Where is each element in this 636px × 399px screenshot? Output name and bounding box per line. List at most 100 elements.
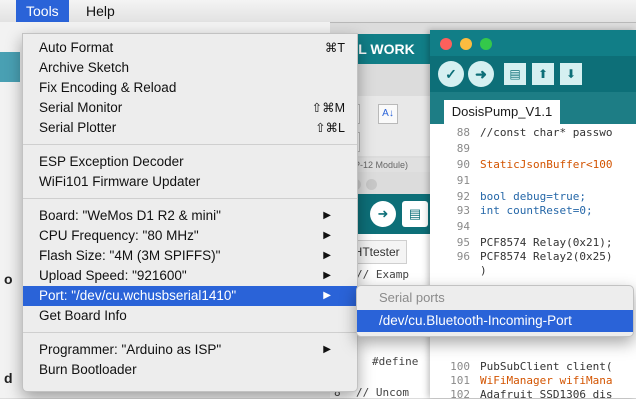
line-number: 89 <box>456 142 470 155</box>
menu-item-label: Archive Sketch <box>39 60 130 75</box>
shortcut-label: ⇧⌘L <box>315 121 345 135</box>
menu-bar: Tools Help <box>0 0 636 23</box>
menu-help[interactable]: Help <box>76 0 125 22</box>
submenu-arrow-icon: ▶ <box>323 250 331 261</box>
line-number: 93 <box>456 204 470 217</box>
code-line: ) <box>430 264 487 278</box>
verify-icon[interactable]: ✓ <box>438 61 464 87</box>
zoom-button-icon[interactable] <box>480 38 492 50</box>
new-file-icon[interactable]: ▤ <box>402 201 428 227</box>
mid-code-line: // Examp <box>356 268 409 281</box>
menu-item-label: Port: "/dev/cu.wchusbserial1410" <box>39 288 237 303</box>
menu-item-burn-bootloader[interactable]: Burn Bootloader <box>23 360 357 380</box>
menu-separator <box>23 144 357 145</box>
minimize-dot-icon[interactable] <box>366 179 377 190</box>
close-button-icon[interactable] <box>440 38 452 50</box>
line-number: 92 <box>456 190 470 203</box>
menu-separator <box>23 332 357 333</box>
menu-item-serial-monitor[interactable]: Serial Monitor ⇧⌘M <box>23 98 357 118</box>
code-line: 92 bool debug=true; <box>430 190 586 204</box>
menu-tools[interactable]: Tools <box>16 0 69 22</box>
sketch-tab-bar: DosisPump_V1.1 <box>430 92 636 124</box>
menu-item-label: Flash Size: "4M (3M SPIFFS)" <box>39 248 221 263</box>
code-line: 96 PCF8574 Relay2(0x25) <box>430 250 613 264</box>
menu-item-label: Auto Format <box>39 40 114 55</box>
menu-separator <box>23 198 357 199</box>
arduino-window: ✓ ➜ ▤ ⬆ ⬇ DosisPump_V1.1 88 //const char*… <box>430 30 636 398</box>
code-line: 89 <box>430 142 480 156</box>
menu-item-wifi101-updater[interactable]: WiFi101 Firmware Updater <box>23 172 357 192</box>
submenu-arrow-icon: ▶ <box>323 270 331 281</box>
minimize-button-icon[interactable] <box>460 38 472 50</box>
code-editor[interactable]: 88 //const char* passwo 89 90 StaticJsonBu… <box>430 124 636 398</box>
menu-item-serial-plotter[interactable]: Serial Plotter ⇧⌘L <box>23 118 357 138</box>
code-text: PCF8574 Relay(0x21); <box>480 236 613 249</box>
new-sketch-icon[interactable]: ▤ <box>504 63 526 85</box>
background-window-strip <box>0 52 20 82</box>
code-text: PCF8574 Relay2(0x25) <box>480 250 613 263</box>
menu-item-cpu-frequency[interactable]: CPU Frequency: "80 MHz" ▶ <box>23 226 357 246</box>
sketch-tab[interactable]: DosisPump_V1.1 <box>444 100 560 124</box>
menu-item-label: Board: "WeMos D1 R2 & mini" <box>39 208 221 223</box>
menu-item-port[interactable]: Port: "/dev/cu.wchusbserial1410" ▶ <box>23 286 357 306</box>
mid-code-line: #define <box>372 355 419 368</box>
code-line: 88 //const char* passwo <box>430 126 613 140</box>
code-text: //const char* passwo <box>480 126 613 139</box>
menu-item-label: Burn Bootloader <box>39 362 137 377</box>
mid-code-line: // Uncom <box>356 386 409 399</box>
submenu-arrow-icon: ▶ <box>323 210 331 221</box>
submenu-header: Serial ports <box>379 290 445 305</box>
menu-item-auto-format[interactable]: Auto Format ⌘T <box>23 38 357 58</box>
menu-item-label: Serial Monitor <box>39 100 123 115</box>
code-line: 91 <box>430 174 480 188</box>
tools-menu: Auto Format ⌘T Archive Sketch Fix Encodin… <box>22 33 358 392</box>
menu-item-label: Get Board Info <box>39 308 127 323</box>
menu-item-label: ESP Exception Decoder <box>39 154 184 169</box>
menu-item-label: WiFi101 Firmware Updater <box>39 174 201 189</box>
code-text: bool debug=true; <box>480 190 586 203</box>
menu-item-fix-encoding[interactable]: Fix Encoding & Reload <box>23 78 357 98</box>
line-number: 88 <box>456 126 470 139</box>
code-text: WiFiManager wifiMana <box>480 374 613 387</box>
menu-item-label: Programmer: "Arduino as ISP" <box>39 342 222 357</box>
line-number: 94 <box>456 220 470 233</box>
code-line: 93 int countReset=0; <box>430 204 593 218</box>
upload-icon[interactable]: ➜ <box>370 201 396 227</box>
code-text: ) <box>480 264 487 277</box>
background-text-fragment: o <box>4 271 13 287</box>
code-line: 101 WiFiManager wifiMana <box>430 374 612 388</box>
menu-item-board[interactable]: Board: "WeMos D1 R2 & mini" ▶ <box>23 206 357 226</box>
submenu-arrow-icon: ▶ <box>323 290 331 301</box>
sort-icon[interactable]: A↓ <box>378 104 398 124</box>
menu-item-flash-size[interactable]: Flash Size: "4M (3M SPIFFS)" ▶ <box>23 246 357 266</box>
code-text: int countReset=0; <box>480 204 593 217</box>
code-text: PubSubClient client( <box>480 360 613 373</box>
upload-icon[interactable]: ➜ <box>468 61 494 87</box>
code-line: 100 PubSubClient client( <box>430 360 612 374</box>
line-number: 100 <box>450 360 470 373</box>
window-titlebar <box>430 30 636 56</box>
save-sketch-icon[interactable]: ⬇ <box>560 63 582 85</box>
line-number: 90 <box>456 158 470 171</box>
line-number: 91 <box>456 174 470 187</box>
submenu-arrow-icon: ▶ <box>323 230 331 241</box>
menu-item-label: Fix Encoding & Reload <box>39 80 177 95</box>
port-submenu: Serial ports /dev/cu.Bluetooth-Incoming-… <box>356 285 634 337</box>
menu-item-programmer[interactable]: Programmer: "Arduino as ISP" ▶ <box>23 340 357 360</box>
menu-item-label: Upload Speed: "921600" <box>39 268 187 283</box>
open-sketch-icon[interactable]: ⬆ <box>532 63 554 85</box>
menu-item-get-board-info[interactable]: Get Board Info <box>23 306 357 326</box>
menu-item-upload-speed[interactable]: Upload Speed: "921600" ▶ <box>23 266 357 286</box>
code-text: Adafruit_SSD1306 dis <box>480 388 613 398</box>
line-number: 96 <box>456 250 470 263</box>
line-number: 102 <box>450 388 470 398</box>
line-number: 95 <box>456 236 470 249</box>
shortcut-label: ⌘T <box>324 41 345 55</box>
port-option-bluetooth[interactable]: /dev/cu.Bluetooth-Incoming-Port <box>357 310 633 332</box>
submenu-arrow-icon: ▶ <box>323 344 331 355</box>
shortcut-label: ⇧⌘M <box>311 101 345 115</box>
line-number: 101 <box>450 374 470 387</box>
menu-item-archive-sketch[interactable]: Archive Sketch <box>23 58 357 78</box>
menu-item-esp-exception-decoder[interactable]: ESP Exception Decoder <box>23 152 357 172</box>
background-text-fragment: d <box>4 370 13 386</box>
